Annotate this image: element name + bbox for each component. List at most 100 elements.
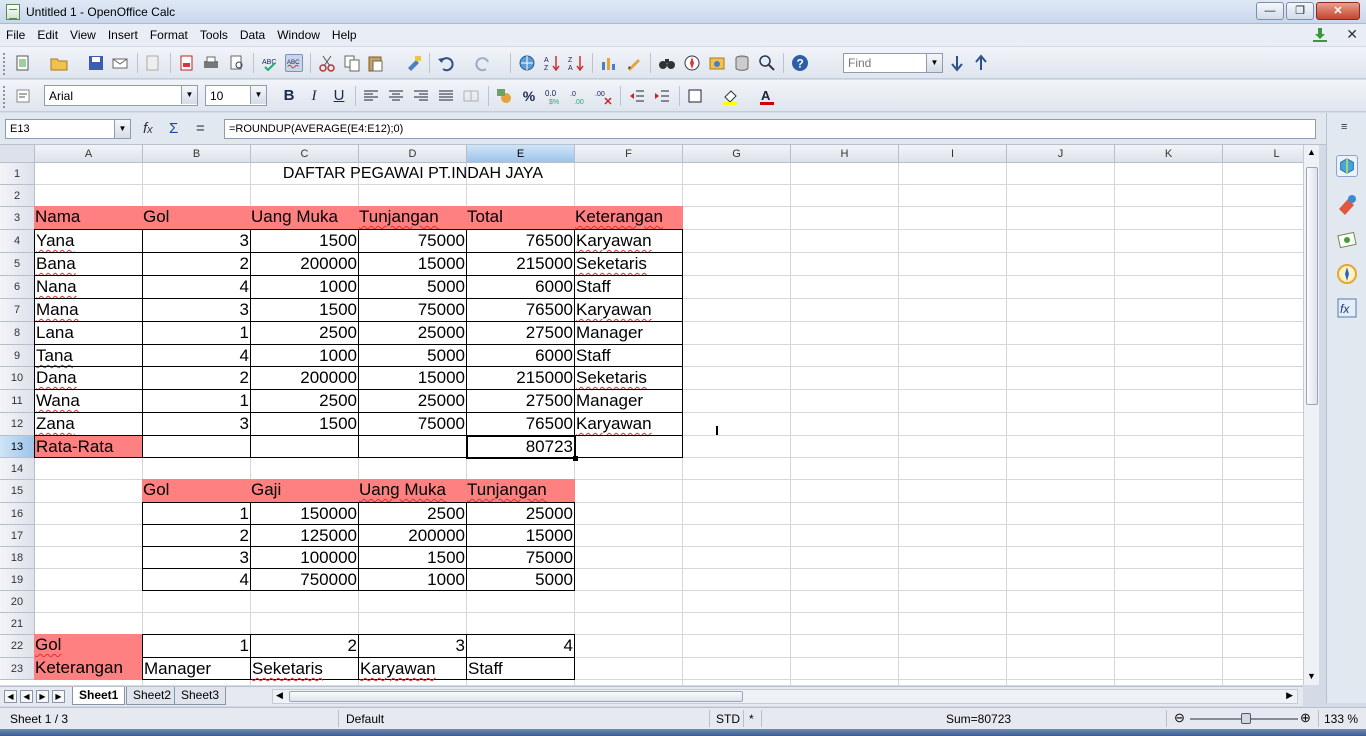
table-cell[interactable]: 1500 — [250, 229, 359, 253]
hyperlink-icon[interactable] — [518, 54, 536, 72]
row-header-8[interactable]: 8 — [0, 322, 35, 345]
table-cell[interactable]: 75000 — [358, 298, 467, 322]
table-cell[interactable]: 200000 — [250, 252, 359, 276]
row-header-2[interactable]: 2 — [0, 185, 35, 207]
table-cell[interactable]: Seketaris — [574, 366, 683, 390]
bold-button[interactable]: B — [280, 87, 298, 105]
ref-table-cell[interactable]: 750000 — [250, 568, 359, 591]
row-header-20[interactable]: 20 — [0, 591, 35, 613]
formula-equals-icon[interactable]: = — [196, 120, 205, 137]
lookup-ket-cell[interactable]: Seketaris — [250, 657, 359, 680]
table-cell[interactable]: 4 — [142, 344, 251, 367]
ref-header-cell[interactable]: Gol — [142, 479, 251, 503]
table-cell[interactable]: 4 — [142, 275, 251, 299]
ref-table-cell[interactable]: 2 — [142, 524, 251, 547]
increase-indent-icon[interactable] — [653, 87, 671, 105]
toolbar-grip[interactable] — [3, 53, 7, 75]
spellcheck-icon[interactable]: ABC — [261, 54, 279, 72]
status-sum[interactable]: Sum=80723 — [946, 712, 1011, 726]
menu-help[interactable]: Help — [326, 28, 363, 42]
email-icon[interactable] — [111, 54, 129, 72]
save-icon[interactable] — [87, 54, 105, 72]
row-header-15[interactable]: 15 — [0, 480, 35, 503]
gallery-icon[interactable] — [708, 54, 726, 72]
undo-icon[interactable] — [437, 54, 455, 72]
table-cell[interactable]: 215000 — [466, 252, 575, 276]
table-header-cell[interactable]: Nama — [34, 206, 143, 230]
row-header-5[interactable]: 5 — [0, 253, 35, 276]
previous-sheet-icon[interactable]: ◀ — [20, 690, 33, 703]
table-header-cell[interactable]: Tunjangan — [358, 206, 467, 230]
menu-view[interactable]: View — [64, 28, 102, 42]
select-all-corner[interactable] — [0, 145, 35, 163]
print-preview-icon[interactable] — [228, 54, 246, 72]
font-name-dropdown-icon[interactable]: ▼ — [181, 86, 197, 104]
styles-formatting-icon[interactable] — [14, 87, 32, 105]
spreadsheet-grid[interactable]: A B C D E F G H I J K L 1 2 3 4 5 6 7 8 9 10 11 12 13 14 15 16 17 18 1… — [0, 145, 1303, 685]
decrease-indent-icon[interactable] — [628, 87, 646, 105]
table-header-cell[interactable]: Uang Muka — [250, 206, 359, 230]
lookup-gol-cell[interactable]: 4 — [466, 634, 575, 658]
find-input[interactable]: Find ▼ — [843, 53, 943, 73]
underline-button[interactable]: U — [330, 87, 348, 105]
ref-header-cell[interactable]: Gaji — [250, 479, 359, 503]
menu-format[interactable]: Format — [144, 28, 194, 42]
table-cell[interactable]: 6000 — [466, 275, 575, 299]
table-cell[interactable]: 76500 — [466, 229, 575, 253]
row-header-13[interactable]: 13 — [0, 436, 35, 458]
copy-icon[interactable] — [343, 54, 361, 72]
navigator-icon[interactable] — [683, 54, 701, 72]
navigator-sidebar-icon[interactable] — [1336, 263, 1358, 285]
row-header-21[interactable]: 21 — [0, 613, 35, 635]
horizontal-scroll-thumb[interactable] — [289, 691, 743, 702]
redo-icon[interactable] — [474, 54, 492, 72]
lookup-ket-cell[interactable]: Karyawan — [358, 657, 467, 680]
average-label-cell[interactable]: Rata-Rata — [34, 435, 143, 458]
table-cell[interactable]: 3 — [142, 412, 251, 436]
column-header-h[interactable]: H — [791, 145, 899, 163]
menu-insert[interactable]: Insert — [102, 28, 144, 42]
column-header-j[interactable]: J — [1007, 145, 1115, 163]
insert-chart-icon[interactable] — [600, 54, 618, 72]
menu-tools[interactable]: Tools — [194, 28, 234, 42]
lookup-ket-cell[interactable]: Manager — [142, 657, 251, 680]
row-header-10[interactable]: 10 — [0, 367, 35, 390]
sum-icon[interactable]: Σ — [169, 120, 178, 137]
functions-sidebar-icon[interactable]: fx — [1336, 297, 1358, 319]
ref-header-cell[interactable]: Tunjangan — [466, 479, 575, 503]
zoom-out-icon[interactable]: ⊖ — [1174, 710, 1185, 726]
table-cell[interactable]: Manager — [574, 321, 683, 345]
row-header-12[interactable]: 12 — [0, 413, 35, 436]
edit-file-icon[interactable] — [144, 54, 162, 72]
sheet-tab-sheet1[interactable]: Sheet1 — [72, 687, 126, 705]
formula-input[interactable]: =ROUNDUP(AVERAGE(E4:E12);0) — [224, 119, 1316, 139]
table-header-cell[interactable]: Keterangan — [574, 206, 683, 230]
ref-table-cell[interactable]: 100000 — [250, 546, 359, 569]
ref-table-cell[interactable]: 2500 — [358, 502, 467, 525]
font-size-dropdown-icon[interactable]: ▼ — [250, 86, 266, 104]
font-size-box[interactable]: 10 ▼ — [205, 85, 267, 106]
table-cell[interactable]: 1000 — [250, 344, 359, 367]
sheet-tab-sheet2[interactable]: Sheet2 — [126, 687, 179, 705]
vertical-scroll-thumb[interactable] — [1306, 167, 1318, 405]
minimize-button[interactable]: — — [1256, 2, 1284, 20]
status-page-style[interactable]: Default — [346, 712, 384, 726]
name-box[interactable]: E13 ▼ — [5, 119, 131, 139]
row-header-19[interactable]: 19 — [0, 569, 35, 591]
row-header-18[interactable]: 18 — [0, 547, 35, 569]
table-cell[interactable]: 1000 — [250, 275, 359, 299]
table-cell[interactable]: Staff — [574, 275, 683, 299]
table-cell[interactable]: Lana — [34, 321, 143, 345]
paste-icon[interactable] — [367, 54, 385, 72]
properties-icon[interactable] — [1336, 155, 1358, 177]
help-icon[interactable]: ? — [791, 54, 809, 72]
table-cell[interactable]: 25000 — [358, 389, 467, 413]
row-header-7[interactable]: 7 — [0, 299, 35, 322]
ref-table-cell[interactable]: 4 — [142, 568, 251, 591]
find-previous-icon[interactable] — [972, 54, 990, 72]
status-selection-mode[interactable]: STD — [716, 712, 740, 726]
column-header-d[interactable]: D — [359, 145, 467, 163]
font-color-icon[interactable]: A — [758, 87, 776, 105]
restore-button[interactable]: ❐ — [1286, 2, 1314, 20]
merge-cells-icon[interactable] — [462, 87, 480, 105]
